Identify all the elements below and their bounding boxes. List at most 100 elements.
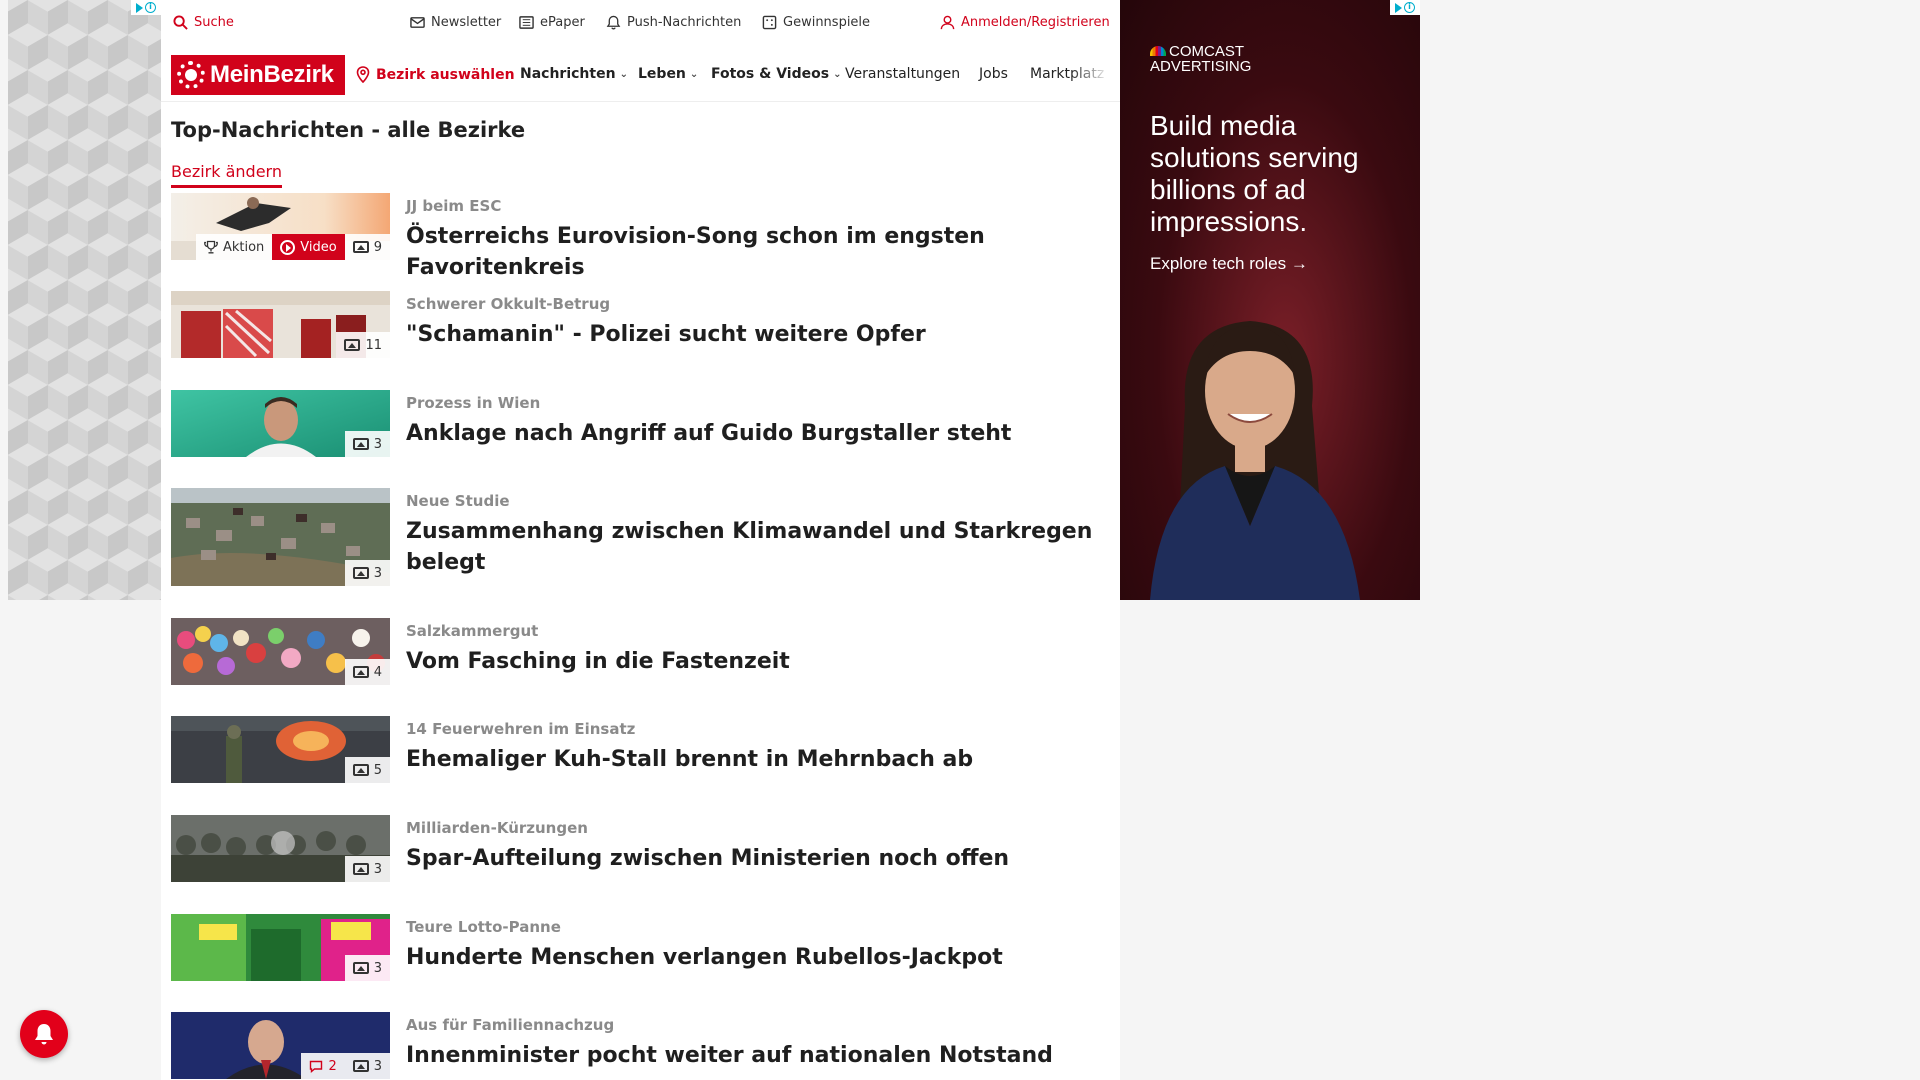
arrow-right-icon: → [1290, 254, 1308, 273]
nav-item-life[interactable]: Leben ⌄ [638, 66, 698, 82]
article-thumbnail[interactable]: 3 [171, 815, 390, 882]
contests-label: Gewinnspiele [783, 15, 871, 30]
image-gallery-icon [352, 764, 369, 776]
image-gallery-icon [352, 1060, 369, 1072]
article-thumbnail[interactable]: 11 [171, 291, 390, 358]
epaper-label: ePaper [540, 15, 585, 30]
image-gallery-icon [352, 962, 369, 974]
ticket-icon [762, 15, 777, 30]
image-gallery-icon [352, 567, 369, 579]
nav-item-events[interactable]: Veranstaltungen [845, 66, 960, 82]
article-headline[interactable]: Österreichs Eurovision-Song schon im eng… [406, 221, 1106, 283]
article-thumbnail[interactable]: 4 [171, 618, 390, 685]
article-headline[interactable]: Spar-Aufteilung zwischen Ministerien noc… [406, 843, 1106, 874]
article-thumbnail[interactable]: 2 3 [171, 1012, 390, 1079]
chevron-down-icon: ⌄ [619, 68, 628, 80]
left-skyscraper-ad[interactable]: i [8, 0, 161, 600]
comment-count-badge: 2 [301, 1053, 345, 1079]
article-thumbnail[interactable]: 3 [171, 914, 390, 981]
image-gallery-icon [352, 438, 369, 450]
image-count: 4 [373, 664, 382, 680]
article-teaser[interactable]: Aktion Video 9 JJ beim ESC Österreichs E… [171, 193, 1106, 280]
login-link[interactable]: Anmelden/Registrieren [940, 15, 1110, 30]
article-kicker: Milliarden-Kürzungen [406, 819, 588, 837]
article-headline[interactable]: "Schamanin" - Polizei sucht weitere Opfe… [406, 319, 1106, 350]
image-count: 3 [373, 1058, 382, 1074]
article-thumbnail[interactable]: 3 [171, 488, 390, 586]
main-navigation: MeinBezirk Bezirk auswählen Nachrichten ⌄… [161, 46, 1120, 102]
action-badge: Aktion [195, 234, 273, 260]
ad-brand-line2: ADVERTISING [1150, 58, 1252, 75]
right-skyscraper-ad[interactable]: i COMCAST ADVERTISING Build media soluti… [1120, 0, 1420, 600]
article-teaser[interactable]: 5 14 Feuerwehren im Einsatz Ehemaliger K… [171, 716, 1106, 784]
article-headline[interactable]: Vom Fasching in die Fastenzeit [406, 646, 1106, 677]
video-badge: Video [272, 234, 345, 260]
notification-bell-button[interactable] [20, 1010, 68, 1058]
push-label: Push-Nachrichten [627, 15, 742, 30]
epaper-link[interactable]: ePaper [519, 15, 585, 30]
article-headline[interactable]: Zusammenhang zwischen Klimawandel und St… [406, 516, 1106, 578]
site-logo[interactable]: MeinBezirk [171, 55, 345, 95]
image-count: 3 [373, 960, 382, 976]
login-label: Anmelden/Registrieren [961, 15, 1110, 30]
image-count: 3 [373, 565, 382, 581]
logo-text: MeinBezirk [210, 61, 334, 88]
nav-label: Veranstaltungen [845, 66, 961, 82]
push-notifications-link[interactable]: Push-Nachrichten [606, 15, 741, 30]
image-count: 3 [373, 436, 382, 452]
ad-person-image [1150, 321, 1360, 600]
bell-icon [606, 15, 621, 30]
change-district-link[interactable]: Bezirk ändern [171, 162, 282, 188]
article-headline[interactable]: Ehemaliger Kuh-Stall brennt in Mehrnbach… [406, 744, 1106, 775]
image-gallery-icon [352, 241, 369, 253]
nav-label: Leben [638, 66, 686, 82]
article-headline[interactable]: Anklage nach Angriff auf Guido Burgstall… [406, 418, 1106, 449]
article-teaser[interactable]: 3 Milliarden-Kürzungen Spar-Aufteilung z… [171, 815, 1106, 883]
article-kicker: Neue Studie [406, 492, 510, 510]
article-thumbnail[interactable]: 3 [171, 390, 390, 457]
article-teaser[interactable]: 3 Neue Studie Zusammenhang zwischen Klim… [171, 488, 1106, 588]
comment-count: 2 [328, 1058, 337, 1074]
nav-item-jobs[interactable]: Jobs [979, 66, 1008, 82]
newsletter-label: Newsletter [431, 15, 502, 30]
search-link[interactable]: Suche [173, 15, 234, 30]
adchoices-icon[interactable]: i [131, 0, 161, 15]
article-thumbnail[interactable]: 5 [171, 716, 390, 783]
top-utility-bar: Suche Newsletter ePaper Push-Nachrichten… [161, 0, 1120, 46]
action-badge-label: Aktion [222, 239, 265, 255]
article-teaser[interactable]: 3 Prozess in Wien Anklage nach Angriff a… [171, 390, 1106, 458]
ad-headline: Build media solutions serving billions o… [1150, 110, 1359, 237]
image-count-badge: 3 [344, 431, 390, 457]
nav-item-photos-videos[interactable]: Fotos & Videos ⌄ [711, 66, 841, 82]
newspaper-icon [519, 16, 534, 29]
image-count-badge: 4 [344, 659, 390, 685]
main-column: Suche Newsletter ePaper Push-Nachrichten… [161, 0, 1120, 1080]
nav-item-news[interactable]: Nachrichten ⌄ [520, 66, 628, 82]
article-teaser[interactable]: 2 3 Aus für Familiennachzug Innenministe… [171, 1012, 1106, 1080]
image-count-badge: 11 [336, 332, 390, 358]
article-teaser[interactable]: 11 Schwerer Okkult-Betrug "Schamanin" - … [171, 291, 1106, 359]
trophy-icon [204, 240, 218, 254]
article-kicker: Aus für Familiennachzug [406, 1016, 615, 1034]
article-kicker: Schwerer Okkult-Betrug [406, 295, 611, 313]
nav-label: Jobs [979, 66, 1008, 82]
peacock-logo-icon [1150, 46, 1166, 56]
nav-overflow-fade [1070, 66, 1110, 86]
article-teaser[interactable]: 4 Salzkammergut Vom Fasching in die Fast… [171, 618, 1106, 686]
nav-label: Fotos & Videos [711, 66, 830, 82]
adchoices-icon[interactable]: i [1390, 0, 1420, 15]
image-gallery-icon [352, 666, 369, 678]
user-icon [940, 15, 955, 30]
article-headline[interactable]: Hunderte Menschen verlangen Rubellos-Jac… [406, 942, 1106, 973]
article-thumbnail[interactable]: Aktion Video 9 [171, 193, 390, 260]
ad-brand-logo: COMCAST ADVERTISING [1150, 44, 1251, 74]
district-select[interactable]: Bezirk auswählen [356, 66, 515, 83]
newsletter-link[interactable]: Newsletter [410, 15, 501, 30]
contests-link[interactable]: Gewinnspiele [762, 15, 870, 30]
chevron-down-icon: ⌄ [689, 68, 699, 80]
article-teaser[interactable]: 3 Teure Lotto-Panne Hunderte Menschen ve… [171, 914, 1106, 982]
article-headline[interactable]: Innenminister pocht weiter auf nationale… [406, 1040, 1106, 1071]
mail-icon [410, 17, 425, 28]
image-gallery-icon [344, 339, 361, 351]
ad-cta-link[interactable]: Explore tech roles → [1150, 254, 1308, 274]
